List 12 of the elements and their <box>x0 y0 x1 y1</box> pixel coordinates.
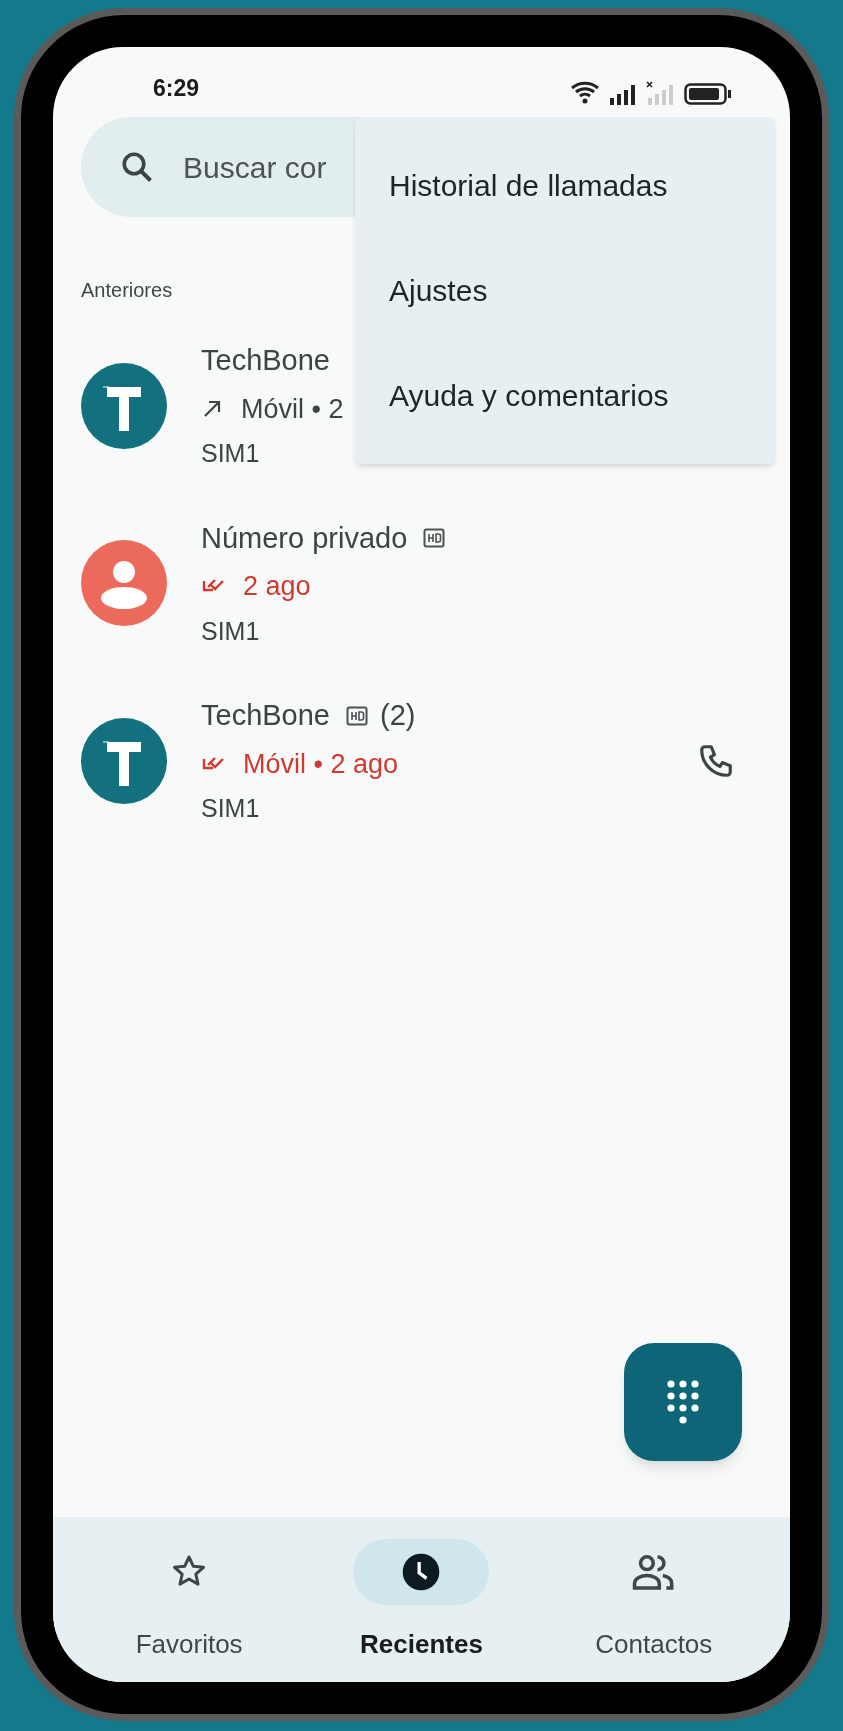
caller-name: TechBone <box>201 343 330 378</box>
call-detail: 2 ago <box>243 570 311 603</box>
section-label: Anteriores <box>81 278 173 303</box>
call-detail: Móvil • 2 ago <box>243 747 399 781</box>
status-time: 6:29 <box>153 73 200 103</box>
caller-name: TechBone <box>201 698 330 733</box>
caller-name: Número privado <box>201 520 408 556</box>
call-count: (2) <box>380 698 416 733</box>
call-detail: Móvil • 2 <box>241 392 344 426</box>
sim-label: SIM1 <box>201 615 260 647</box>
sim-label: SIM1 <box>201 793 260 824</box>
sim-label: SIM1 <box>201 438 260 469</box>
